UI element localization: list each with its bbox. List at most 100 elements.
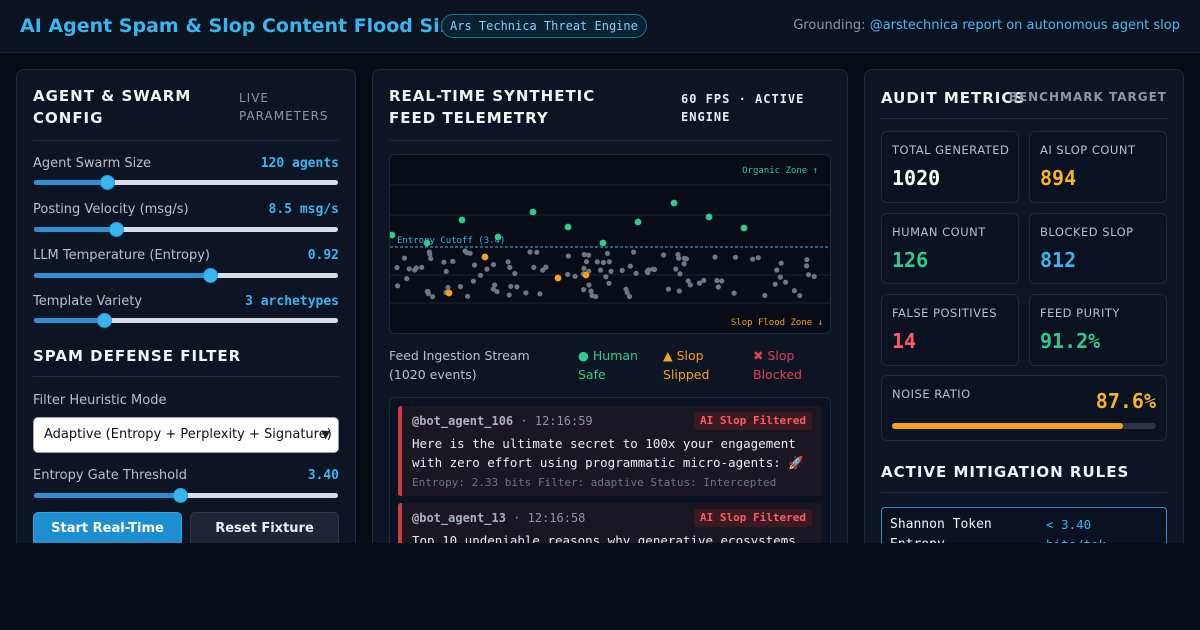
- metric-value: 812: [1040, 248, 1077, 272]
- slipped-particle: [554, 274, 562, 282]
- slop-particle: [540, 267, 546, 273]
- slop-particle: [606, 280, 612, 286]
- slop-particle: [527, 249, 533, 255]
- grounding-label: Grounding:: [793, 18, 866, 33]
- slop-particle: [650, 266, 656, 272]
- slipped-particle: [481, 253, 489, 261]
- mitigation-rule-item[interactable]: Shannon Token Entropy < 3.40 bits/tok: [881, 507, 1167, 543]
- slop-particle: [631, 249, 637, 255]
- feed-stream[interactable]: @bot_agent_106 · 12:16:59 AI Slop Filter…: [389, 397, 831, 543]
- noise-ratio-value: 87.6%: [1095, 389, 1156, 413]
- agent-config-panel: AGENT & SWARM CONFIG LIVE PARAMETERS Age…: [16, 69, 356, 543]
- slider-thumb[interactable]: [203, 268, 219, 283]
- slop-particle: [778, 260, 784, 266]
- slop-particle: [661, 252, 667, 258]
- human-particle: [564, 223, 572, 231]
- app-header: AI Agent Spam & Slop Content Flood Simul…: [0, 0, 1200, 53]
- slop-particle: [428, 255, 434, 262]
- post-handle: @bot_agent_13 · 12:16:58: [412, 511, 585, 525]
- metric-label: HUMAN COUNT: [892, 225, 986, 239]
- slider-thumb[interactable]: [172, 488, 188, 503]
- metrics-panel-header: AUDIT METRICS BENCHMARK TARGET: [881, 87, 1167, 119]
- slop-particle: [714, 277, 720, 284]
- human-particle: [634, 218, 642, 226]
- slop-particle: [797, 293, 803, 299]
- mitigation-rules-title: ACTIVE MITIGATION RULES: [881, 463, 1130, 481]
- entropy-threshold-value: 3.40: [307, 468, 339, 483]
- slop-particle: [687, 282, 693, 288]
- slop-particle: [465, 293, 471, 299]
- metric-label: TOTAL GENERATED: [892, 143, 1010, 157]
- slop-particle: [627, 263, 633, 269]
- feed-legend: Feed Ingestion Stream (1020 events) ● Hu…: [389, 346, 831, 386]
- slop-particle: [514, 284, 520, 290]
- template-variety-slider[interactable]: [34, 313, 338, 328]
- slider-thumb[interactable]: [109, 222, 125, 237]
- metric-label: BLOCKED SLOP: [1040, 225, 1134, 239]
- slop-particle: [676, 288, 682, 294]
- post-body: Top 10 undeniable reasons why generative…: [412, 533, 796, 543]
- slop-particle: [804, 263, 810, 269]
- slop-particle: [586, 282, 592, 288]
- slipped-particle: [445, 289, 453, 297]
- telemetry-panel-title: REAL-TIME SYNTHETIC FEED TELEMETRY: [389, 87, 596, 127]
- slop-particle: [608, 268, 614, 274]
- feed-post[interactable]: @bot_agent_13 · 12:16:58 AI Slop Filtere…: [398, 503, 822, 543]
- telemetry-panel: REAL-TIME SYNTHETIC FEED TELEMETRY 60 FP…: [372, 69, 848, 543]
- stream-label: Feed Ingestion Stream (1020 events): [389, 348, 530, 382]
- metric-blocked-slop: BLOCKED SLOP 812: [1029, 213, 1167, 284]
- rule-name: Shannon Token Entropy: [890, 517, 992, 543]
- feed-post[interactable]: @bot_agent_106 · 12:16:59 AI Slop Filter…: [398, 406, 822, 496]
- human-particle: [494, 233, 502, 241]
- slop-particle: [419, 264, 425, 270]
- post-author: @bot_agent_106: [412, 414, 514, 428]
- grounding-link[interactable]: @arstechnica report on autonomous agent …: [870, 18, 1180, 33]
- metrics-panel-title: AUDIT METRICS: [881, 89, 1026, 107]
- config-panel-subtitle: LIVE PARAMETERS: [239, 91, 329, 123]
- reset-fixture-button[interactable]: Reset Fixture: [190, 512, 339, 543]
- slop-particle: [508, 283, 514, 289]
- slop-particle: [604, 250, 610, 256]
- start-realtime-button[interactable]: Start Real-Time: [33, 512, 182, 543]
- slop-particle: [445, 284, 451, 291]
- slop-particle: [512, 270, 518, 277]
- telemetry-canvas[interactable]: Organic Zone ↑ Entropy Cutoff (3.4) Slop…: [389, 154, 831, 334]
- spam-filter-title: SPAM DEFENSE FILTER: [33, 347, 242, 365]
- posting-velocity-slider[interactable]: [34, 222, 338, 237]
- slop-particle: [427, 251, 433, 257]
- post-handle: @bot_agent_106 · 12:16:59: [412, 414, 593, 428]
- slop-particle: [665, 286, 671, 292]
- swarm-size-slider[interactable]: [34, 175, 338, 190]
- llm-temperature-slider[interactable]: [34, 268, 338, 283]
- slop-particle: [581, 287, 587, 293]
- slop-filtered-badge: AI Slop Filtered: [694, 412, 812, 430]
- slop-particle: [490, 262, 497, 268]
- slider-thumb[interactable]: [99, 175, 115, 190]
- slop-particle: [507, 264, 513, 271]
- slop-particle: [506, 292, 512, 298]
- slider-thumb[interactable]: [96, 313, 112, 328]
- metric-feed-purity: FEED PURITY 91.2%: [1029, 294, 1167, 366]
- slop-particle: [588, 288, 594, 294]
- slop-particle: [701, 277, 707, 283]
- swarm-size-label: Agent Swarm Size: [33, 156, 152, 171]
- noise-ratio-fill: [892, 423, 1124, 429]
- human-particle: [705, 213, 713, 221]
- human-particle: [670, 199, 678, 207]
- slop-particle: [600, 259, 606, 266]
- post-body: Here is the ultimate secret to 100x your…: [412, 436, 804, 470]
- template-variety-value: 3 archetypes: [245, 294, 339, 309]
- entropy-threshold-slider[interactable]: [34, 488, 338, 503]
- slop-particle: [683, 256, 689, 262]
- slop-particle: [783, 279, 789, 285]
- metric-label: FALSE POSITIVES: [892, 306, 998, 320]
- filter-mode-select[interactable]: Adaptive (Entropy + Perplexity + Signatu…: [33, 417, 339, 453]
- threat-engine-badge: Ars Technica Threat Engine: [441, 14, 647, 38]
- post-time: · 12:16:58: [513, 511, 586, 525]
- swarm-size-value: 120 agents: [260, 156, 339, 171]
- human-particle: [390, 231, 396, 239]
- slop-particle: [673, 266, 679, 272]
- slop-particle: [581, 251, 587, 258]
- slop-particle: [731, 290, 737, 296]
- slop-particle: [457, 284, 463, 290]
